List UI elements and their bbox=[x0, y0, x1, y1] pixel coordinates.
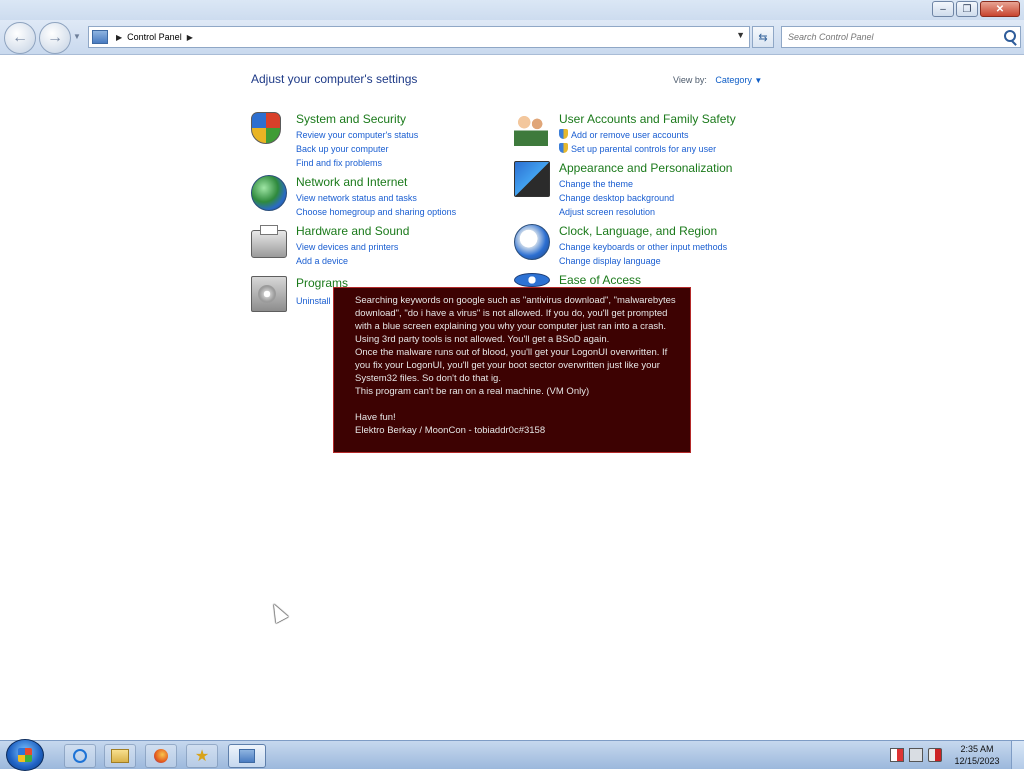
system-clock[interactable]: 2:35 AM 12/15/2023 bbox=[947, 743, 1007, 767]
folder-icon bbox=[111, 749, 129, 763]
appearance-monitor-icon[interactable] bbox=[514, 161, 550, 197]
star-icon: ★ bbox=[194, 748, 210, 765]
taskbar-control-panel[interactable] bbox=[228, 744, 266, 768]
programs-disc-icon[interactable] bbox=[251, 276, 287, 312]
breadcrumb-control-panel[interactable]: Control Panel bbox=[127, 32, 182, 42]
breadcrumb-expand-icon[interactable]: ▶ bbox=[187, 33, 193, 42]
search-icon[interactable] bbox=[1004, 30, 1016, 42]
navigation-bar: ← → ▼ ▶ Control Panel ▶ ▼ ⇆ bbox=[0, 20, 1024, 55]
breadcrumb-separator-icon[interactable]: ▶ bbox=[116, 33, 122, 42]
taskbar: ★ 2:35 AM 12/15/2023 bbox=[0, 739, 1024, 771]
notification-area: 2:35 AM 12/15/2023 bbox=[890, 741, 1024, 769]
windows-logo-icon bbox=[18, 748, 32, 762]
message-signature: Elektro Berkay / MoonCon - tobiaddr0c#31… bbox=[355, 425, 546, 436]
firefox-icon bbox=[154, 749, 168, 763]
category-title[interactable]: Appearance and Personalization bbox=[559, 161, 732, 175]
category-link[interactable]: Find and fix problems bbox=[296, 156, 418, 170]
category-link[interactable]: Back up your computer bbox=[296, 142, 418, 156]
search-input[interactable] bbox=[782, 28, 1004, 46]
category-link[interactable]: Set up parental controls for any user bbox=[559, 142, 716, 156]
uac-shield-icon bbox=[559, 129, 568, 139]
category-link[interactable]: Change desktop background bbox=[559, 191, 674, 205]
network-icon[interactable] bbox=[909, 748, 923, 762]
control-panel-icon bbox=[92, 30, 108, 44]
action-center-flag-icon[interactable] bbox=[890, 748, 904, 762]
title-bar: – ❐ ✕ bbox=[0, 0, 1024, 20]
uac-shield-icon bbox=[559, 143, 568, 153]
category-link[interactable]: Choose homegroup and sharing options bbox=[296, 205, 456, 219]
forward-arrow-icon: → bbox=[47, 29, 63, 46]
refresh-button[interactable]: ⇆ bbox=[752, 26, 774, 48]
category-link[interactable]: Change the theme bbox=[559, 177, 674, 191]
message-paragraph: Searching keywords on google such as "an… bbox=[355, 295, 676, 332]
forward-button[interactable]: → bbox=[39, 22, 71, 54]
view-by-dropdown[interactable]: Category bbox=[715, 75, 752, 85]
back-button[interactable]: ← bbox=[4, 22, 36, 54]
show-desktop-button[interactable] bbox=[1011, 741, 1024, 769]
category-link[interactable]: Adjust screen resolution bbox=[559, 205, 674, 219]
close-button[interactable]: ✕ bbox=[980, 1, 1020, 17]
volume-muted-icon[interactable] bbox=[928, 748, 942, 762]
category-title[interactable]: Network and Internet bbox=[296, 175, 407, 189]
message-paragraph: This program can't be ran on a real mach… bbox=[355, 386, 590, 397]
category-link[interactable]: Add a device bbox=[296, 254, 398, 268]
clock-globe-icon[interactable] bbox=[514, 224, 550, 260]
category-link[interactable]: View devices and printers bbox=[296, 240, 398, 254]
chevron-down-icon[interactable]: ▼ bbox=[754, 76, 762, 85]
address-history-dropdown[interactable]: ▼ bbox=[736, 30, 745, 40]
category-link[interactable]: Review your computer's status bbox=[296, 128, 418, 142]
category-link[interactable]: Add or remove user accounts bbox=[559, 128, 716, 142]
users-icon[interactable] bbox=[514, 112, 548, 146]
taskbar-star-app[interactable]: ★ bbox=[186, 744, 218, 768]
taskbar-internet-explorer[interactable] bbox=[64, 744, 96, 768]
category-link[interactable]: View network status and tasks bbox=[296, 191, 456, 205]
view-by-control: View by: Category ▼ bbox=[673, 75, 762, 85]
category-title[interactable]: Hardware and Sound bbox=[296, 224, 409, 238]
category-link[interactable]: Change display language bbox=[559, 254, 727, 268]
minimize-button[interactable]: – bbox=[932, 1, 954, 17]
back-arrow-icon: ← bbox=[12, 29, 28, 46]
message-paragraph: Have fun! bbox=[355, 412, 396, 423]
ease-of-access-icon[interactable] bbox=[514, 273, 550, 287]
category-link[interactable]: Change keyboards or other input methods bbox=[559, 240, 727, 254]
control-panel-icon bbox=[239, 749, 255, 763]
printer-icon[interactable] bbox=[251, 225, 287, 258]
recent-pages-dropdown[interactable]: ▼ bbox=[73, 32, 81, 41]
maximize-button[interactable]: ❐ bbox=[956, 1, 978, 17]
clock-time: 2:35 AM bbox=[960, 744, 994, 754]
start-button[interactable] bbox=[6, 739, 44, 771]
taskbar-windows-explorer[interactable] bbox=[104, 744, 136, 768]
clock-date: 12/15/2023 bbox=[954, 756, 1000, 766]
refresh-icon: ⇆ bbox=[758, 31, 768, 44]
search-box bbox=[781, 26, 1021, 48]
network-globe-icon[interactable] bbox=[251, 175, 287, 211]
category-title[interactable]: System and Security bbox=[296, 112, 406, 126]
address-bar[interactable]: ▶ Control Panel ▶ ▼ bbox=[88, 26, 750, 48]
category-title[interactable]: Clock, Language, and Region bbox=[559, 224, 717, 238]
internet-explorer-icon bbox=[73, 749, 87, 763]
category-title[interactable]: Ease of Access bbox=[559, 273, 641, 287]
category-link[interactable]: Uninstall bbox=[296, 294, 331, 308]
mouse-cursor-icon bbox=[267, 600, 289, 624]
taskbar-firefox[interactable] bbox=[145, 744, 177, 768]
page-title: Adjust your computer's settings bbox=[251, 72, 418, 86]
message-paragraph: Using 3rd party tools is not allowed. Yo… bbox=[355, 334, 610, 345]
window-controls: – ❐ ✕ bbox=[932, 1, 1020, 17]
message-paragraph: Once the malware runs out of blood, you'… bbox=[355, 347, 668, 384]
category-title[interactable]: User Accounts and Family Safety bbox=[559, 112, 736, 126]
shield-icon[interactable] bbox=[251, 112, 281, 144]
malware-message-box: Searching keywords on google such as "an… bbox=[333, 287, 691, 453]
view-by-label: View by: bbox=[673, 75, 707, 85]
